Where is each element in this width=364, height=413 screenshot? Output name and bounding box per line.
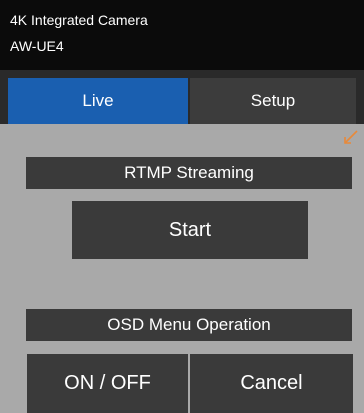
on-off-button[interactable]: ON / OFF bbox=[27, 354, 188, 413]
tab-live[interactable]: Live bbox=[8, 78, 188, 124]
arrow-pointer-icon bbox=[344, 130, 358, 144]
tab-bar: Live Setup bbox=[0, 70, 364, 124]
tab-setup[interactable]: Setup bbox=[190, 78, 356, 124]
rtmp-streaming-label: RTMP Streaming bbox=[26, 157, 352, 189]
cancel-button[interactable]: Cancel bbox=[190, 354, 353, 413]
app-title: 4K Integrated Camera bbox=[10, 12, 148, 28]
model-name: AW-UE4 bbox=[10, 38, 64, 54]
start-button[interactable]: Start bbox=[72, 201, 308, 259]
app-header: 4K Integrated Camera AW-UE4 bbox=[0, 0, 364, 70]
osd-menu-operation-label: OSD Menu Operation bbox=[26, 309, 352, 341]
